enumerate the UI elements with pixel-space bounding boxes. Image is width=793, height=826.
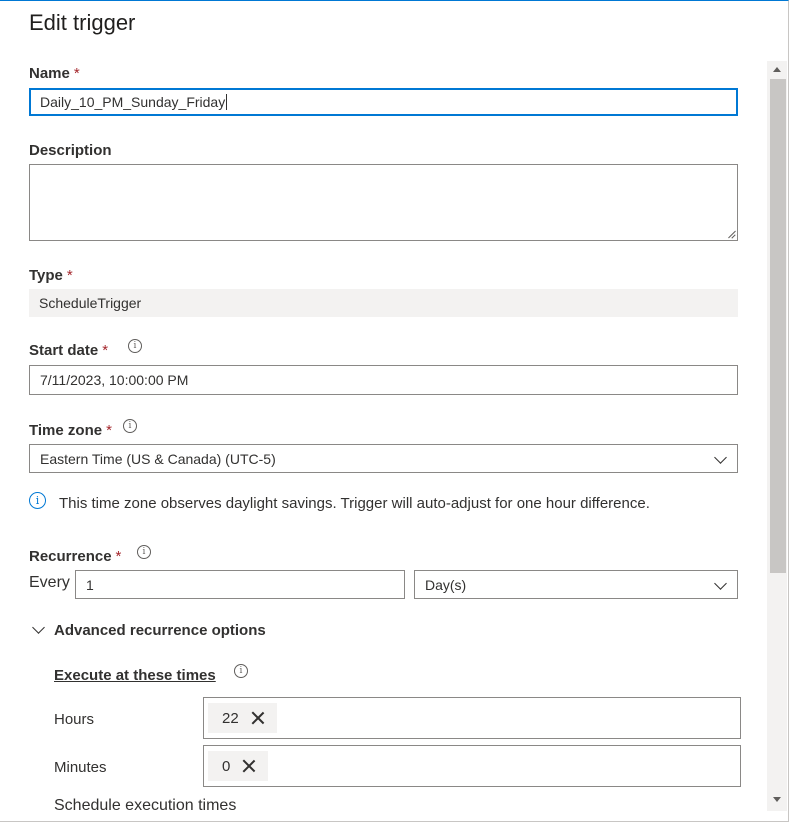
recurrence-unit-dropdown[interactable]: Day(s): [414, 570, 738, 599]
required-marker: *: [115, 548, 122, 565]
advanced-options-toggle[interactable]: Advanced recurrence options: [54, 622, 266, 639]
execute-times-heading: Execute at these times: [54, 667, 216, 684]
type-field: ScheduleTrigger: [29, 289, 738, 317]
info-icon[interactable]: i: [123, 419, 137, 433]
required-marker: *: [106, 422, 112, 439]
info-icon[interactable]: i: [234, 664, 248, 678]
info-icon: i: [29, 492, 46, 509]
minutes-chip: 0: [208, 751, 269, 781]
resize-handle-icon[interactable]: [727, 230, 735, 238]
text-cursor: [226, 94, 228, 110]
hours-label: Hours: [54, 711, 95, 728]
start-date-label: Start date *: [29, 342, 109, 359]
time-zone-info-text: This time zone observes daylight savings…: [59, 495, 650, 512]
description-textarea[interactable]: [29, 164, 738, 241]
scroll-down-icon[interactable]: [773, 797, 781, 802]
scroll-up-icon[interactable]: [773, 67, 781, 72]
panel-title: Edit trigger: [29, 10, 136, 35]
close-icon[interactable]: [242, 759, 256, 773]
scrollbar-thumb[interactable]: [770, 79, 786, 573]
minutes-label: Minutes: [54, 759, 107, 776]
start-date-input[interactable]: 7/11/2023, 10:00:00 PM: [29, 365, 738, 395]
description-label: Description: [29, 142, 112, 159]
every-label: Every: [29, 574, 70, 591]
hours-chip: 22: [208, 703, 277, 733]
schedule-execution-times-label: Schedule execution times: [54, 797, 237, 814]
chevron-down-icon: [714, 450, 727, 464]
name-label: Name *: [29, 65, 80, 82]
chevron-down-icon[interactable]: [32, 621, 45, 634]
edit-trigger-panel: Edit trigger Name * Daily_10_PM_Sunday_Fr…: [0, 0, 789, 822]
required-marker: *: [73, 65, 80, 82]
type-label: Type *: [29, 267, 73, 284]
info-icon[interactable]: i: [128, 339, 142, 353]
required-marker: *: [66, 267, 73, 284]
required-marker: *: [102, 342, 109, 359]
name-input[interactable]: Daily_10_PM_Sunday_Friday: [29, 88, 738, 116]
close-icon[interactable]: [251, 711, 265, 725]
hours-input[interactable]: 22: [203, 697, 741, 739]
chevron-down-icon: [714, 576, 727, 590]
minutes-input[interactable]: 0: [203, 745, 741, 787]
recurrence-label: Recurrence *: [29, 548, 122, 565]
info-icon[interactable]: i: [137, 545, 151, 559]
time-zone-dropdown[interactable]: Eastern Time (US & Canada) (UTC-5): [29, 444, 738, 473]
recurrence-interval-input[interactable]: 1: [75, 570, 405, 599]
time-zone-label: Time zone *: [29, 422, 112, 439]
